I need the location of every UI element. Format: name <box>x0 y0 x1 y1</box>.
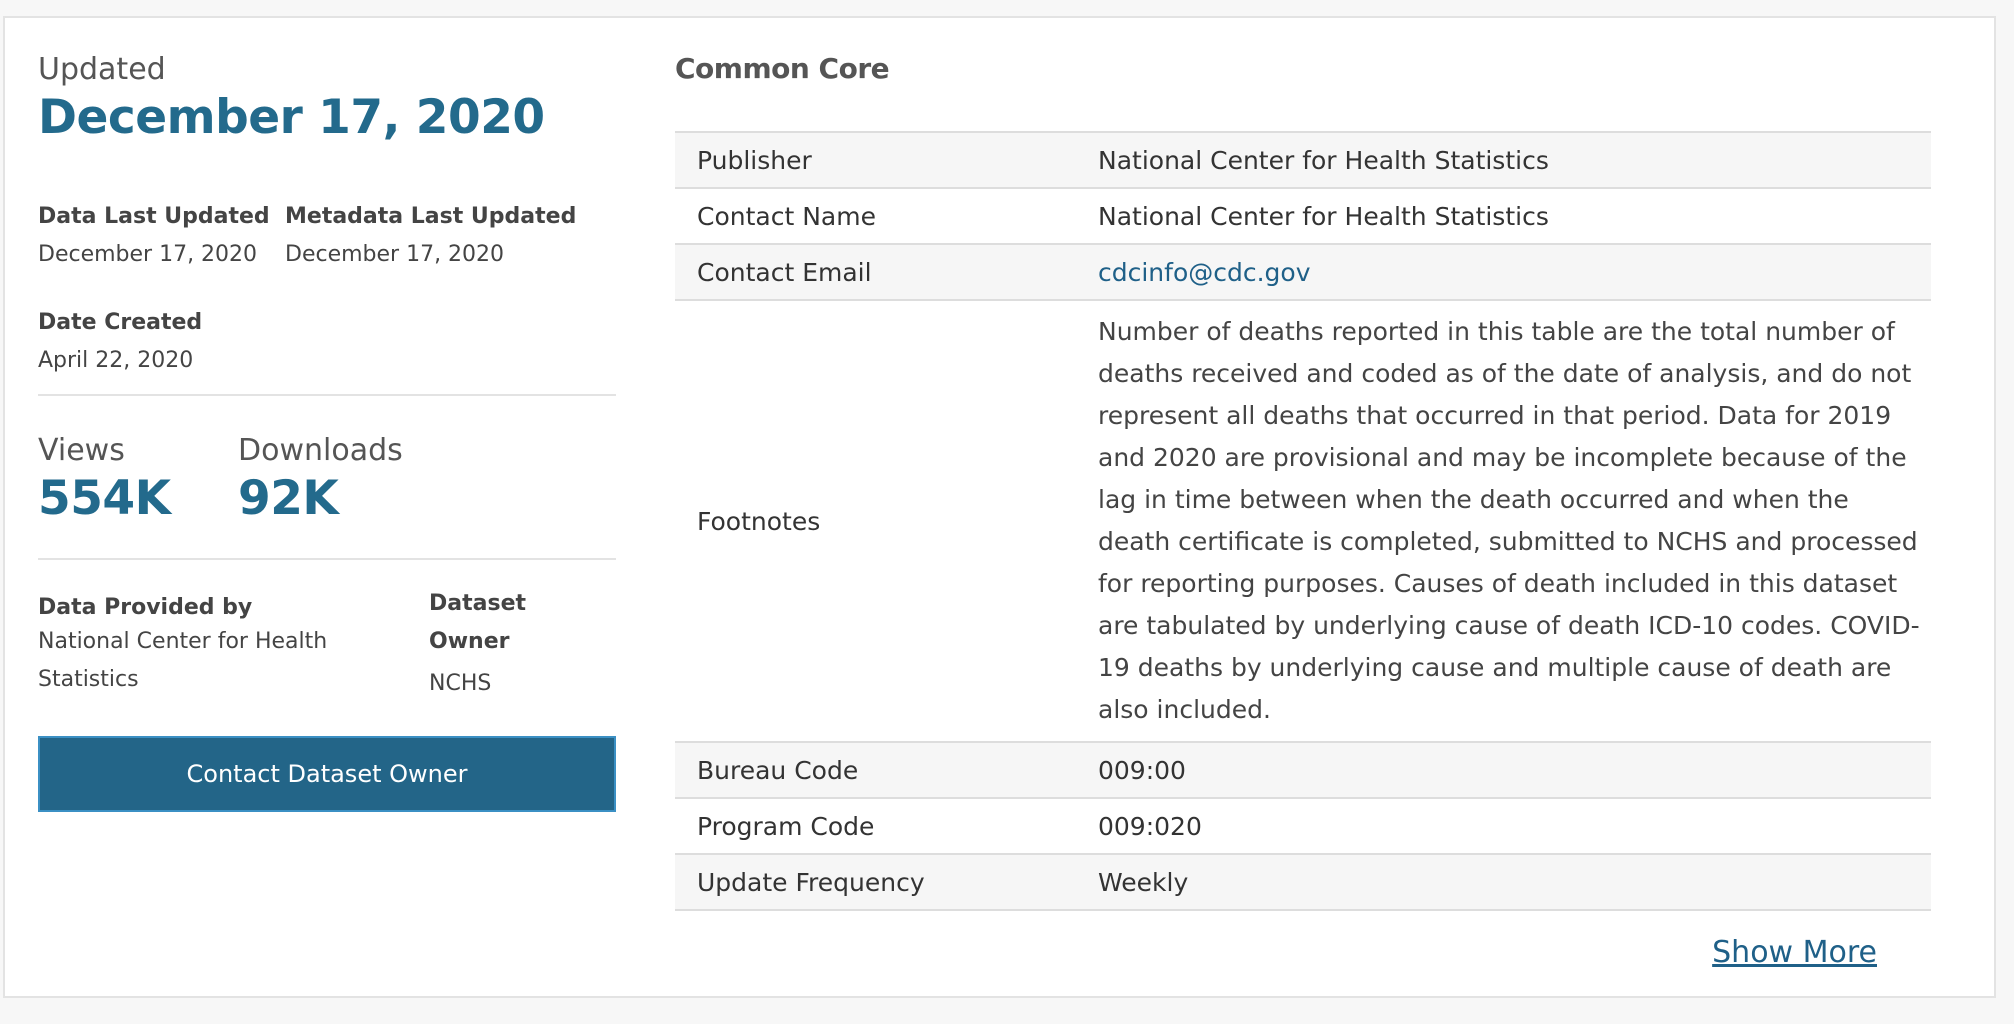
row-value-cell: cdcinfo@cdc.gov <box>1098 244 1931 300</box>
dataset-owner-label: Dataset Owner <box>429 591 527 654</box>
updated-date: December 17, 2020 <box>38 90 545 145</box>
row-value: 009:00 <box>1098 755 1186 785</box>
common-core-table: Publisher National Center for Health Sta… <box>675 131 1931 911</box>
views-label: Views <box>38 433 125 468</box>
data-last-updated-label: Data Last Updated <box>38 204 270 229</box>
footnotes-text: Number of deaths reported in this table … <box>1098 317 1920 724</box>
date-created-label: Date Created <box>38 310 203 335</box>
show-more-link[interactable]: Show More <box>1712 935 1877 970</box>
table-row-bureau-code: Bureau Code 009:00 <box>675 742 1931 798</box>
row-key: Footnotes <box>697 506 821 536</box>
views-count: 554K <box>38 471 171 526</box>
downloads-count: 92K <box>238 471 339 526</box>
data-last-updated-value: December 17, 2020 <box>38 242 258 267</box>
sidebar-divider <box>38 394 616 396</box>
row-key: Update Frequency <box>697 867 925 897</box>
date-created-value: April 22, 2020 <box>38 348 194 373</box>
dataset-owner-value: NCHS <box>429 671 492 696</box>
contact-email-link[interactable]: cdcinfo@cdc.gov <box>1098 258 1311 287</box>
row-key: Publisher <box>697 145 812 175</box>
row-key: Contact Email <box>697 257 872 287</box>
row-value: National Center for Health Statistics <box>1098 145 1549 175</box>
row-key: Contact Name <box>697 201 876 231</box>
table-row-publisher: Publisher National Center for Health Sta… <box>675 132 1931 188</box>
row-value: Weekly <box>1098 867 1189 897</box>
downloads-label: Downloads <box>238 433 403 468</box>
table-row-update-frequency: Update Frequency Weekly <box>675 854 1931 910</box>
data-provided-by-value: National Center for Health Statistics <box>38 629 328 692</box>
updated-label: Updated <box>38 52 166 87</box>
dataset-info-card: Updated December 17, 2020 Data Last Upda… <box>3 16 1996 998</box>
contact-dataset-owner-button[interactable]: Contact Dataset Owner <box>38 736 616 812</box>
row-key: Program Code <box>697 811 875 841</box>
section-title: Common Core <box>675 52 890 85</box>
metadata-last-updated-label: Metadata Last Updated <box>285 204 577 229</box>
data-provided-by-label: Data Provided by <box>38 595 253 620</box>
table-row-contact-name: Contact Name National Center for Health … <box>675 188 1931 244</box>
table-row-contact-email: Contact Email cdcinfo@cdc.gov <box>675 244 1931 300</box>
metadata-last-updated-value: December 17, 2020 <box>285 242 505 267</box>
row-value: 009:020 <box>1098 811 1202 841</box>
row-key: Bureau Code <box>697 755 859 785</box>
row-value: National Center for Health Statistics <box>1098 201 1549 231</box>
table-row-footnotes: Footnotes Number of deaths reported in t… <box>675 300 1931 742</box>
table-row-program-code: Program Code 009:020 <box>675 798 1931 854</box>
sidebar-divider <box>38 558 616 560</box>
